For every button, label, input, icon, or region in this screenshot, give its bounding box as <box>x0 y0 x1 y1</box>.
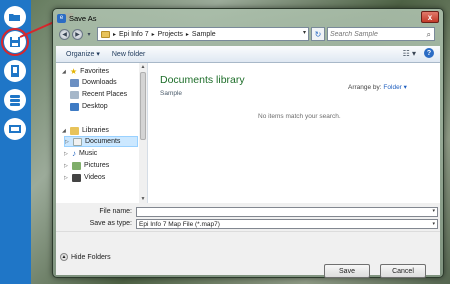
downloads-icon <box>70 78 79 87</box>
app-icon: e <box>57 13 66 23</box>
videos-icon <box>72 173 81 182</box>
new-folder-button[interactable]: New folder <box>112 51 145 58</box>
search-box[interactable]: ⌕ <box>327 27 435 41</box>
chevron-down-icon[interactable]: ▾ <box>303 29 306 36</box>
nav-label: Favorites <box>80 68 109 75</box>
nav-favorites[interactable]: ◢ ★ Favorites <box>62 66 109 77</box>
nav-item-music[interactable]: ▷ ♪ Music <box>64 148 97 159</box>
chevron-up-icon: ▲ <box>60 253 68 261</box>
expand-icon[interactable]: ▷ <box>64 163 69 169</box>
command-bar: Organize ▾ New folder ☷ ▾ ? <box>56 46 440 63</box>
scroll-up-icon[interactable]: ▲ <box>140 64 146 70</box>
search-input[interactable] <box>330 29 420 39</box>
back-button[interactable]: ◀ <box>59 29 70 40</box>
breadcrumb-epi-info[interactable]: Epi Info 7 <box>119 31 149 38</box>
refresh-button[interactable]: ↻ <box>311 27 325 41</box>
nav-label: Libraries <box>82 127 109 134</box>
nav-item-pictures[interactable]: ▷ Pictures <box>64 160 109 171</box>
libraries-icon <box>70 126 79 135</box>
nav-label: Desktop <box>82 103 108 110</box>
save-button[interactable]: Save <box>324 264 370 278</box>
chevron-down-icon[interactable]: ▾ <box>432 220 435 229</box>
breadcrumb-projects[interactable]: Projects <box>158 31 183 38</box>
file-name-field[interactable]: ▾ <box>136 207 438 217</box>
close-button[interactable]: x <box>421 11 439 23</box>
arrange-label: Arrange by: <box>348 84 382 91</box>
nav-label: Pictures <box>84 162 110 169</box>
nav-item-documents[interactable]: ▷ Documents <box>64 136 138 147</box>
save-type-label: Save as type: <box>89 220 132 227</box>
nav-label: Videos <box>84 174 106 181</box>
recent-locations-icon[interactable]: ▾ <box>85 29 93 40</box>
change-view-button[interactable]: ☷ ▾ <box>403 49 416 58</box>
dialog-titlebar: e Save As <box>57 12 97 24</box>
save-as-icon[interactable] <box>4 60 26 82</box>
folder-icon <box>101 30 110 38</box>
collapse-icon[interactable]: ◢ <box>62 69 67 75</box>
help-icon[interactable]: ? <box>424 48 434 58</box>
scroll-thumb[interactable] <box>140 72 146 140</box>
nav-label: Downloads <box>82 79 117 86</box>
address-bar[interactable]: ▸ Epi Info 7 ▸ Projects ▸ Sample ▾ <box>97 27 309 41</box>
library-title: Documents library <box>160 74 245 86</box>
file-fields: File name: ▾ Save as type: Epi Info 7 Ma… <box>56 203 440 231</box>
dialog-footer: ▲ Hide Folders Save Cancel <box>56 231 440 278</box>
forward-button[interactable]: ▶ <box>72 29 83 40</box>
star-icon: ★ <box>70 67 78 76</box>
nav-scrollbar[interactable]: ▲ ▼ <box>139 63 147 203</box>
save-as-dialog: e Save As x ◀ ▶ ▾ ▸ Epi Info 7 ▸ Project… <box>52 8 444 278</box>
hide-folders-toggle[interactable]: ▲ Hide Folders <box>60 253 111 261</box>
music-icon: ♪ <box>72 149 76 158</box>
hide-folders-label: Hide Folders <box>71 253 111 261</box>
collapse-icon[interactable]: ◢ <box>62 128 67 134</box>
save-type-value: Epi Info 7 Map File (*.map7) <box>139 221 220 228</box>
expand-icon[interactable]: ▷ <box>64 151 69 157</box>
recent-places-icon <box>70 90 79 99</box>
empty-message: No items match your search. <box>258 113 341 120</box>
desktop-icon <box>70 102 79 111</box>
save-type-select[interactable]: Epi Info 7 Map File (*.map7) ▾ <box>136 219 438 229</box>
expand-icon[interactable]: ▷ <box>64 175 69 181</box>
expand-icon[interactable]: ▷ <box>65 139 70 145</box>
nav-item-recent-places[interactable]: Recent Places <box>70 89 127 100</box>
chevron-down-icon[interactable]: ▾ <box>432 208 435 214</box>
arrange-value[interactable]: Folder ▾ <box>383 84 407 91</box>
nav-label: Music <box>79 150 98 157</box>
map-icon[interactable] <box>4 118 26 140</box>
database-icon[interactable] <box>4 89 26 111</box>
library-subtitle: Sample <box>160 90 183 97</box>
search-icon: ⌕ <box>426 30 431 39</box>
file-name-label: File name: <box>99 208 132 215</box>
navigation-pane: ◢ ★ Favorites Downloads Recent Places De… <box>56 63 148 203</box>
nav-libraries[interactable]: ◢ Libraries <box>62 125 109 136</box>
dialog-body: ◢ ★ Favorites Downloads Recent Places De… <box>56 63 440 203</box>
nav-label: Documents <box>85 138 121 145</box>
documents-icon <box>73 137 82 146</box>
nav-item-downloads[interactable]: Downloads <box>70 77 117 88</box>
nav-item-videos[interactable]: ▷ Videos <box>64 172 105 183</box>
cancel-button[interactable]: Cancel <box>380 264 426 278</box>
nav-item-desktop[interactable]: Desktop <box>70 101 108 112</box>
pictures-icon <box>72 161 81 170</box>
dialog-title: Save As <box>69 13 97 23</box>
organize-button[interactable]: Organize ▾ <box>66 50 100 58</box>
breadcrumb-sample[interactable]: Sample <box>192 31 216 38</box>
nav-label: Recent Places <box>82 91 128 98</box>
scroll-down-icon[interactable]: ▼ <box>140 196 146 202</box>
arrange-by: Arrange by: Folder ▾ <box>348 83 407 91</box>
